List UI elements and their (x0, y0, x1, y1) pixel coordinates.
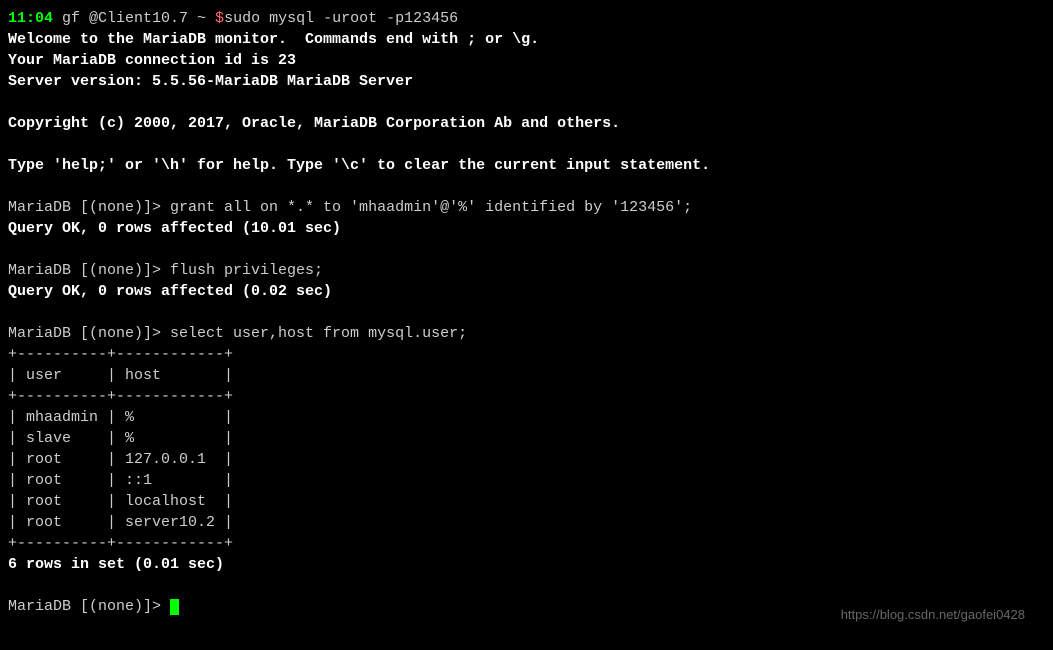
dollar-sign: $ (215, 10, 224, 27)
user-host: gf @Client10.7 ~ (53, 10, 215, 27)
blank-line (8, 176, 1029, 197)
blank-line (8, 134, 1029, 155)
query-1-result: Query OK, 0 rows affected (10.01 sec) (8, 218, 1029, 239)
query-3-line: MariaDB [(none)]> select user,host from … (8, 323, 1029, 344)
table-row: | slave | % | (8, 428, 1029, 449)
table-footer: 6 rows in set (0.01 sec) (8, 554, 1029, 575)
table-rows: | mhaadmin | % || slave | % || root | 12… (8, 407, 1029, 533)
query-2-line: MariaDB [(none)]> flush privileges; (8, 260, 1029, 281)
welcome-line-3: Server version: 5.5.56-MariaDB MariaDB S… (8, 71, 1029, 92)
shell-command: sudo mysql -uroot -p123456 (224, 10, 458, 27)
welcome-line-2: Your MariaDB connection id is 23 (8, 50, 1029, 71)
table-sep-top: +----------+------------+ (8, 344, 1029, 365)
table-row: | root | server10.2 | (8, 512, 1029, 533)
table-sep-mid: +----------+------------+ (8, 386, 1029, 407)
blank-line (8, 92, 1029, 113)
table-row: | mhaadmin | % | (8, 407, 1029, 428)
terminal-output: 11:04 gf @Client10.7 ~ $sudo mysql -uroo… (8, 8, 1029, 617)
table-sep-bot: +----------+------------+ (8, 533, 1029, 554)
blank-line (8, 302, 1029, 323)
time-stamp: 11:04 (8, 10, 53, 27)
query-2-result: Query OK, 0 rows affected (0.02 sec) (8, 281, 1029, 302)
help-line: Type 'help;' or '\h' for help. Type '\c'… (8, 155, 1029, 176)
cursor-icon (170, 599, 179, 615)
copyright-line: Copyright (c) 2000, 2017, Oracle, MariaD… (8, 113, 1029, 134)
table-header: | user | host | (8, 365, 1029, 386)
table-row: | root | localhost | (8, 491, 1029, 512)
shell-prompt-line: 11:04 gf @Client10.7 ~ $sudo mysql -uroo… (8, 8, 1029, 29)
watermark-text: https://blog.csdn.net/gaofei0428 (841, 606, 1025, 624)
blank-line (8, 575, 1029, 596)
table-row: | root | 127.0.0.1 | (8, 449, 1029, 470)
table-row: | root | ::1 | (8, 470, 1029, 491)
blank-line (8, 239, 1029, 260)
query-1-line: MariaDB [(none)]> grant all on *.* to 'm… (8, 197, 1029, 218)
welcome-line-1: Welcome to the MariaDB monitor. Commands… (8, 29, 1029, 50)
